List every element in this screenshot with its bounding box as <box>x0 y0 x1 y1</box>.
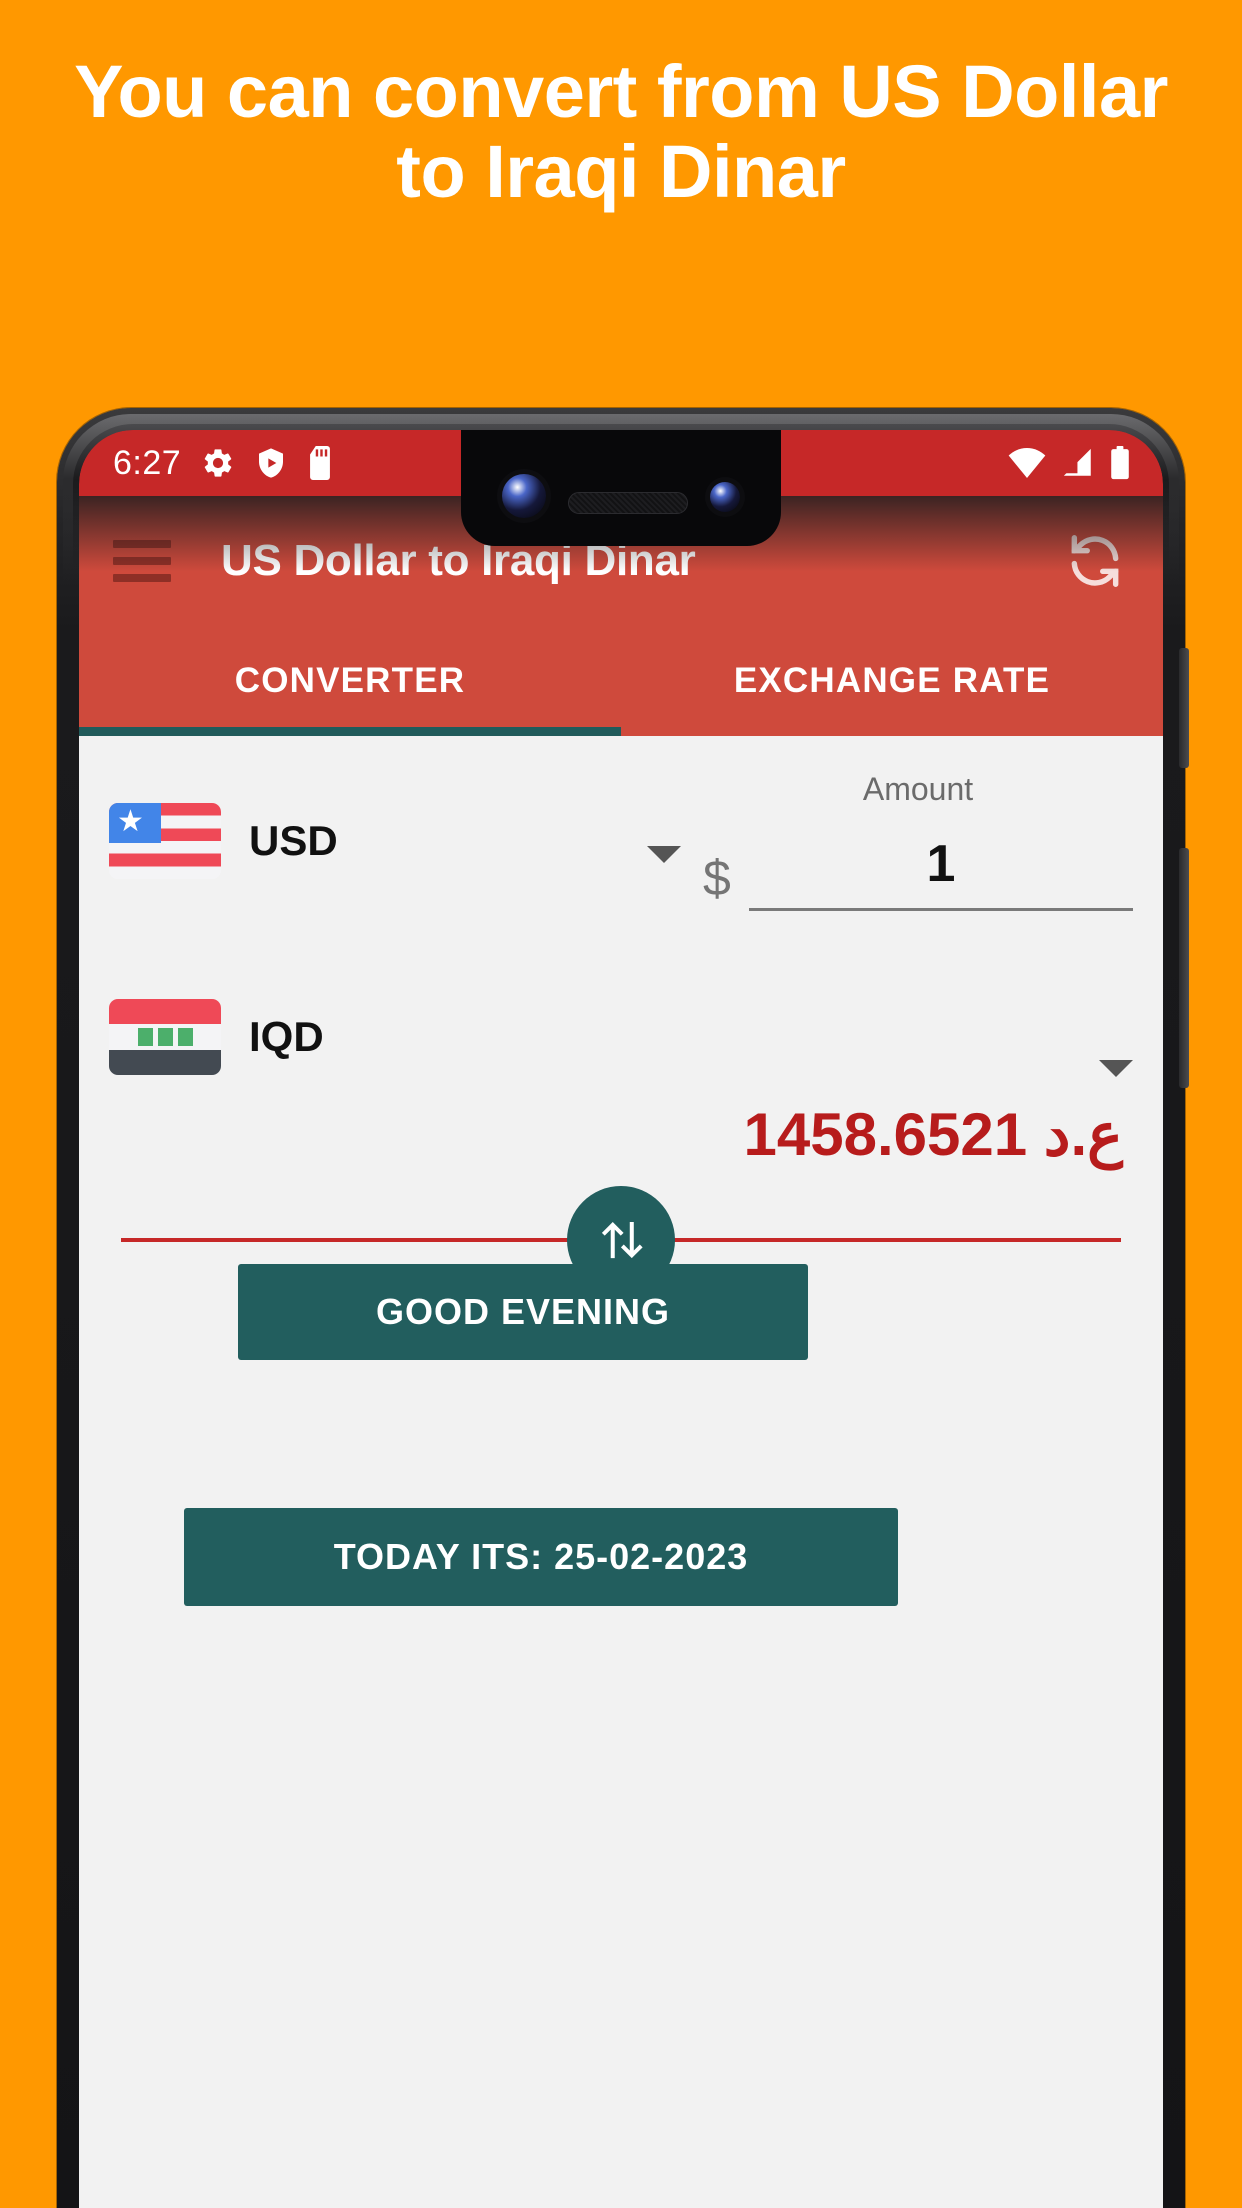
status-bar-right <box>1007 446 1137 480</box>
tab-bar: CONVERTER EXCHANGE RATE <box>79 626 1163 736</box>
battery-icon <box>1111 446 1129 480</box>
us-flag-icon: ★ <box>109 803 221 879</box>
tab-exchange-rate[interactable]: EXCHANGE RATE <box>621 626 1163 736</box>
power-button[interactable] <box>1179 648 1189 768</box>
volume-button[interactable] <box>1179 848 1189 1088</box>
from-currency-chevron-down-icon[interactable] <box>647 845 681 863</box>
amount-input[interactable]: 1 <box>748 834 1133 911</box>
front-camera-icon <box>502 474 546 518</box>
conversion-result: 1458.6521 ع.د <box>743 1101 1124 1168</box>
wifi-icon <box>1008 448 1046 478</box>
swap-vertical-arrows-icon <box>601 1222 643 1259</box>
to-currency-code: IQD <box>249 1013 324 1060</box>
dollar-symbol: $ <box>703 850 731 906</box>
amount-field: $ 1 <box>703 834 1133 911</box>
greeting-button[interactable]: GOOD EVENING <box>238 1264 808 1360</box>
cellular-signal-icon <box>1063 448 1091 476</box>
sd-card-icon <box>310 446 331 480</box>
iraq-flag-icon <box>109 999 221 1075</box>
from-currency-row: ★ USD Amount $ 1 <box>79 736 1163 946</box>
hamburger-menu-icon[interactable] <box>113 540 171 582</box>
status-bar-left: 6:27 <box>113 444 333 483</box>
phone-device-frame: 6:27 US Dollar to Iraqi Dinar CONVERTER … <box>57 408 1189 2208</box>
to-currency-chevron-down-icon[interactable] <box>1099 1059 1133 1077</box>
earpiece-speaker <box>568 492 688 514</box>
promo-headline: You can convert from US Dollar to Iraqi … <box>74 50 1168 213</box>
status-bar-clock: 6:27 <box>113 443 182 482</box>
from-currency-code: USD <box>249 817 338 864</box>
today-date-button[interactable]: TODAY ITS: 25-02-2023 <box>184 1508 898 1606</box>
shield-play-icon <box>259 448 284 478</box>
tab-converter[interactable]: CONVERTER <box>79 626 621 736</box>
amount-block: Amount $ 1 <box>703 771 1133 911</box>
to-currency-row: IQD <box>79 946 1163 1106</box>
phone-notch <box>461 430 781 546</box>
secondary-camera-icon <box>710 482 740 512</box>
phone-screen: 6:27 US Dollar to Iraqi Dinar CONVERTER … <box>79 430 1163 2208</box>
converter-panel: ★ USD Amount $ 1 IQD 1458.6521 ع.د GOOD … <box>79 736 1163 2208</box>
refresh-sync-icon[interactable] <box>1061 527 1129 595</box>
gear-icon <box>204 449 232 477</box>
amount-label: Amount <box>862 771 974 807</box>
